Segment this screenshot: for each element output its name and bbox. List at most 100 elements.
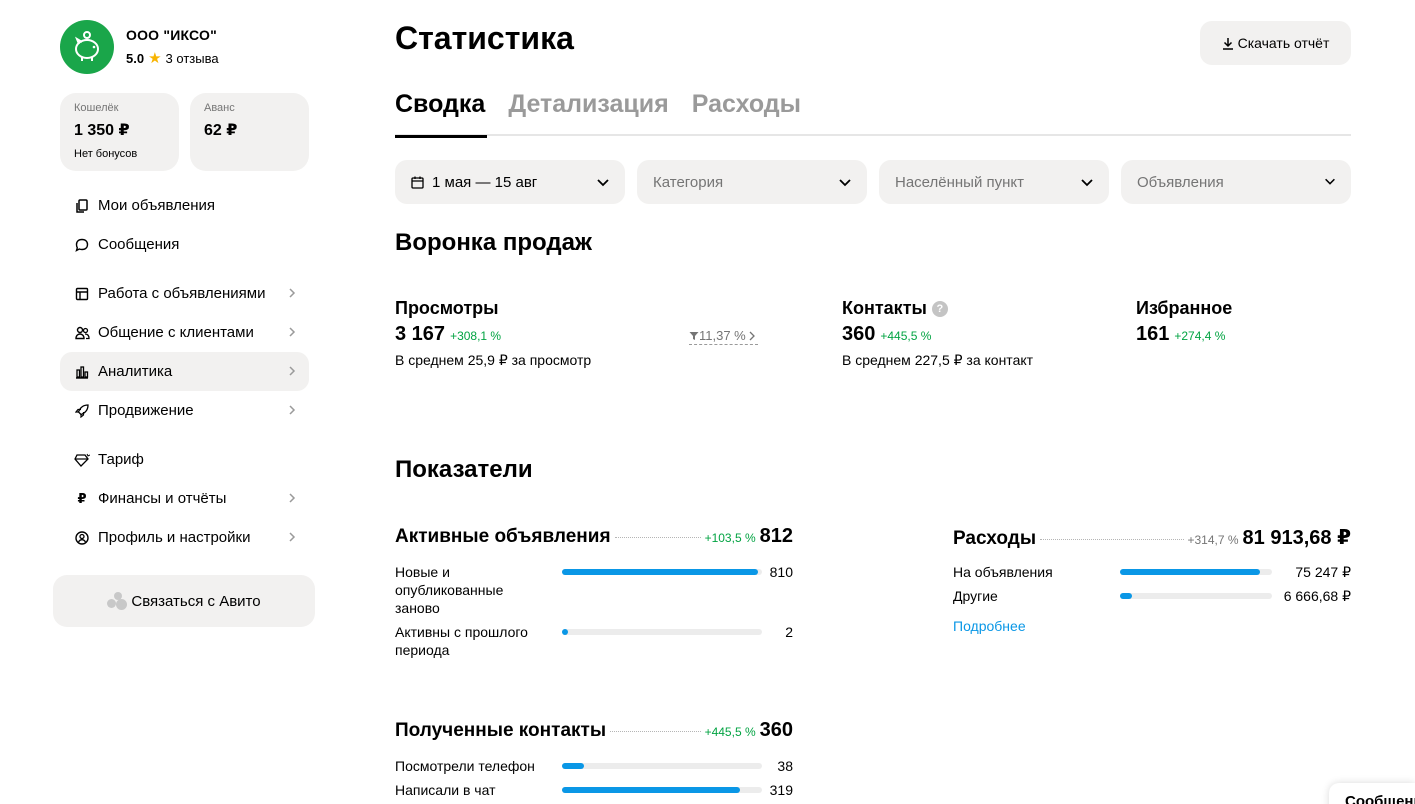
tab-details[interactable]: Детализация — [508, 88, 668, 136]
metric-row-value: 38 — [777, 758, 793, 774]
active-ads-title: Активные объявления — [395, 526, 611, 547]
wallet-label: Кошелёк — [74, 102, 119, 114]
wallet-card[interactable]: Кошелёк 1 350 ₽ Нет бонусов — [60, 93, 179, 171]
messages-widget[interactable]: Сообщения — [1329, 783, 1415, 804]
sidebar-item-promotion[interactable]: Продвижение — [60, 391, 309, 430]
progress-fill — [562, 763, 584, 769]
people-icon — [74, 325, 90, 341]
tab-expenses[interactable]: Расходы — [692, 88, 801, 136]
contacts-label: Контакты — [842, 298, 927, 318]
avatar[interactable] — [60, 20, 114, 74]
funnel-title: Воронка продаж — [395, 229, 592, 256]
progress-fill — [1120, 569, 1260, 575]
active-ads-block: Активные объявления +103,5 % 812 Новые и… — [395, 525, 793, 659]
metrics-title: Показатели — [395, 456, 533, 483]
active-ads-change: +103,5 % — [704, 531, 756, 545]
funnel-icon — [689, 331, 699, 340]
contact-avito-label: Связаться с Авито — [131, 592, 261, 610]
chevron-right-icon — [289, 366, 296, 376]
expenses-details-link[interactable]: Подробнее — [953, 618, 1351, 634]
ad-board-icon — [74, 286, 90, 302]
sidebar-item-label: Общение с клиентами — [98, 324, 254, 341]
ruble-icon: ₽ — [77, 490, 87, 506]
sidebar-item-label: Аналитика — [98, 363, 173, 380]
sidebar-item-clients[interactable]: Общение с клиентами — [60, 313, 309, 352]
metric-row-label: Другие — [953, 588, 998, 604]
avito-logo-icon — [107, 592, 128, 610]
metric-row: На объявления 75 247 ₽ — [953, 563, 1351, 581]
location-select[interactable]: Населённый пункт — [879, 160, 1109, 204]
chevron-right-icon — [749, 331, 755, 340]
active-ads-total: 812 — [759, 525, 793, 547]
views-value: 3 167 — [395, 323, 446, 345]
chevron-right-icon — [289, 532, 296, 542]
company-name[interactable]: ООО "ИКСО" — [126, 27, 219, 43]
funnel-views: Просмотры 3 167 +308,1 % В среднем 25,9 … — [395, 298, 591, 369]
chevron-down-icon — [1325, 178, 1335, 185]
page-title: Статистика — [395, 20, 574, 56]
sidebar-item-label: Работа с объявлениями — [98, 285, 266, 302]
sidebar-item-my-ads[interactable]: Мои объявления — [60, 186, 309, 225]
metric-row-value: 75 247 ₽ — [1295, 564, 1351, 580]
wallet-bonus: Нет бонусов — [74, 148, 138, 160]
company-header[interactable]: ООО "ИКСО" 5.0 ★ 3 отзыва — [60, 20, 219, 74]
metric-row-label: На объявления — [953, 564, 1053, 580]
chevron-right-icon — [289, 288, 296, 298]
progress-bar — [562, 763, 762, 769]
received-contacts-title: Полученные контакты — [395, 720, 607, 741]
sidebar-item-label: Профиль и настройки — [98, 529, 251, 546]
progress-fill — [562, 787, 740, 793]
sidebar-item-finance[interactable]: ₽ Финансы и отчёты — [60, 479, 309, 518]
date-range-select[interactable]: 1 мая — 15 авг — [395, 160, 625, 204]
download-report-button[interactable]: Скачать отчёт — [1200, 21, 1351, 65]
company-rating[interactable]: 5.0 ★ 3 отзыва — [126, 49, 219, 67]
help-icon[interactable]: ? — [931, 300, 948, 317]
copy-icon — [74, 198, 90, 214]
expenses-change: +314,7 % — [1187, 533, 1239, 547]
progress-fill — [1120, 593, 1133, 599]
views-change: +308,1 % — [450, 329, 502, 343]
progress-fill — [562, 629, 568, 635]
metric-row-value: 6 666,68 ₽ — [1283, 588, 1351, 604]
date-range-value: 1 мая — 15 авг — [432, 173, 538, 191]
chevron-right-icon — [289, 405, 296, 415]
advance-value: 62 ₽ — [204, 122, 238, 139]
diamond-icon — [74, 452, 90, 468]
metric-row-label: Активны с прошлого периода — [395, 624, 528, 658]
sidebar-item-profile[interactable]: Профиль и настройки — [60, 518, 309, 557]
sidebar-item-messages[interactable]: Сообщения — [60, 225, 309, 264]
metric-row: Посмотрели телефон 38 — [395, 757, 793, 775]
star-icon: ★ — [148, 50, 162, 67]
progress-bar — [1120, 593, 1272, 599]
metric-row-value: 319 — [769, 782, 793, 798]
rocket-icon — [74, 403, 90, 419]
chevron-right-icon — [289, 493, 296, 503]
piggy-bank-icon — [74, 31, 99, 61]
metric-row-label: Новые и опубликованные заново — [395, 564, 504, 616]
conversion-value: 11,37 % — [699, 328, 746, 343]
tab-summary[interactable]: Сводка — [395, 88, 488, 138]
funnel-contacts: Контакты ? 360 +445,5 % В среднем 227,5 … — [842, 298, 1033, 369]
user-circle-icon — [74, 530, 90, 546]
sidebar-item-label: Продвижение — [98, 402, 194, 419]
sidebar: ООО "ИКСО" 5.0 ★ 3 отзыва Кошелёк 1 350 … — [0, 0, 340, 804]
ads-select[interactable]: Объявления — [1121, 160, 1351, 204]
sidebar-item-tariff[interactable]: Тариф — [60, 440, 309, 479]
chevron-right-icon — [289, 327, 296, 337]
advance-card[interactable]: Аванс 62 ₽ — [190, 93, 309, 171]
sidebar-item-label: Сообщения — [98, 236, 180, 253]
chevron-down-icon — [839, 179, 851, 187]
conversion-link[interactable]: 11,37 % — [689, 328, 758, 345]
contacts-value: 360 — [842, 323, 876, 345]
views-label: Просмотры — [395, 298, 499, 318]
sidebar-item-label: Финансы и отчёты — [98, 490, 227, 507]
category-select[interactable]: Категория — [637, 160, 867, 204]
contact-avito-button[interactable]: Связаться с Авито — [53, 575, 315, 627]
ads-placeholder: Объявления — [1137, 173, 1224, 191]
expenses-total: 81 913,68 ₽ — [1242, 527, 1351, 549]
download-report-label: Скачать отчёт — [1237, 35, 1330, 51]
favorites-value: 161 — [1136, 323, 1170, 345]
sidebar-item-ad-management[interactable]: Работа с объявлениями — [60, 274, 309, 313]
sidebar-item-analytics[interactable]: Аналитика — [60, 352, 309, 391]
advance-label: Аванс — [204, 102, 235, 114]
